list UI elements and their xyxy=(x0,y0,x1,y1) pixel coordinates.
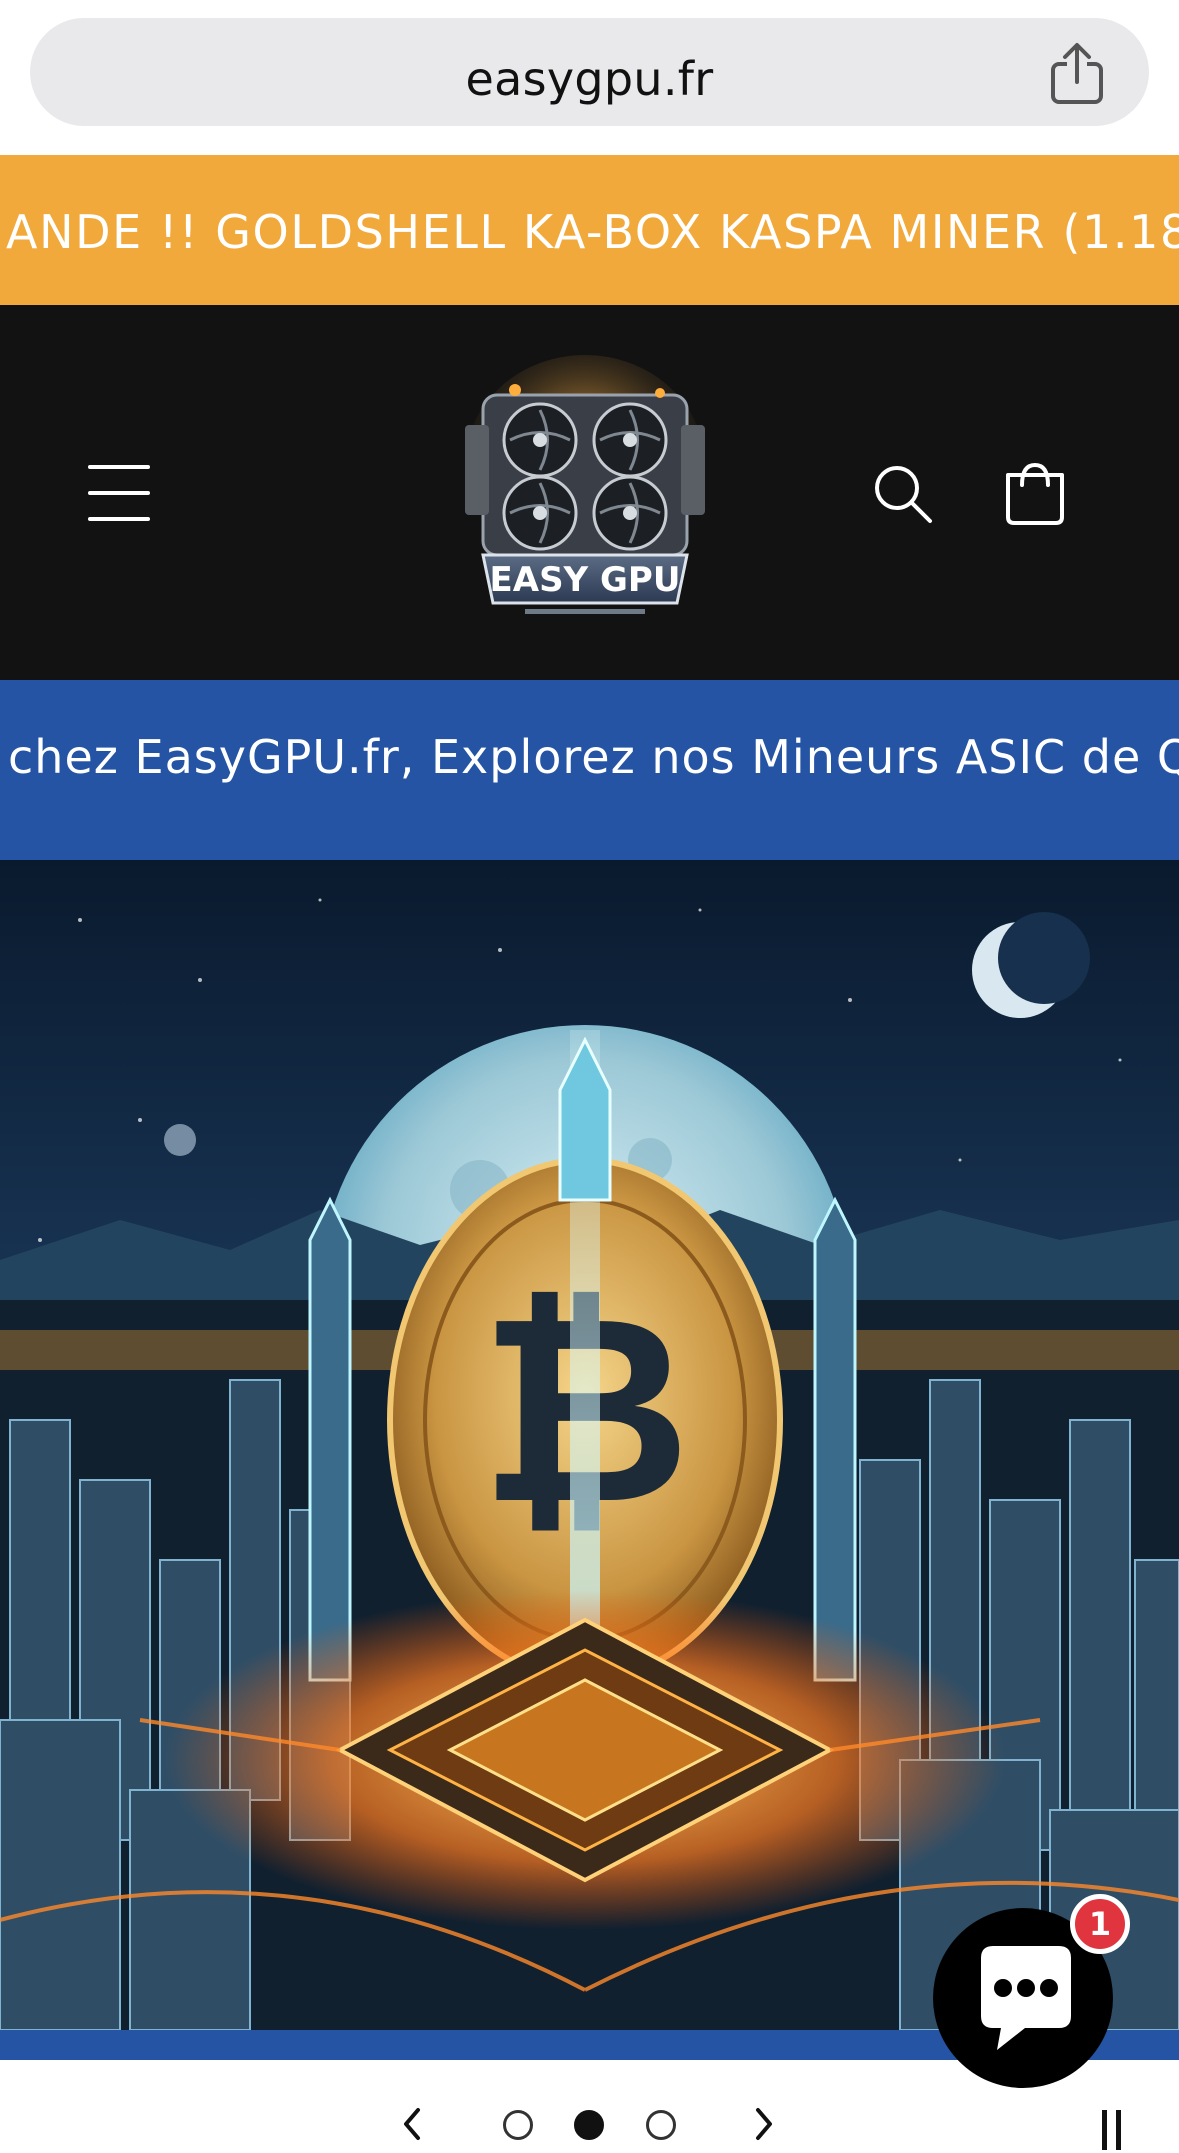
chat-unread-badge: 1 xyxy=(1070,1894,1130,1954)
announcement-text[interactable]: ANDE !! GOLDSHELL KA-BOX KASPA MINER (1.… xyxy=(6,205,1179,259)
site-header: EASY GPU xyxy=(0,305,1179,680)
slide-dot-2[interactable] xyxy=(574,2110,604,2140)
page: easygpu.fr ANDE !! GOLDSHELL KA-BOX KASP… xyxy=(0,0,1179,2153)
pause-icon[interactable] xyxy=(1100,2110,1126,2150)
browser-chrome: easygpu.fr xyxy=(0,0,1179,155)
slide-dot-3[interactable] xyxy=(646,2110,676,2140)
cart-bag-icon[interactable] xyxy=(1002,457,1068,527)
search-icon[interactable] xyxy=(872,463,934,525)
easy-gpu-logo[interactable]: EASY GPU xyxy=(455,355,715,625)
promo-marquee[interactable]: chez EasyGPU.fr, Explorez nos Mineurs AS… xyxy=(0,680,1179,860)
share-icon[interactable] xyxy=(1047,42,1107,104)
chevron-left-icon[interactable] xyxy=(398,2104,428,2144)
marquee-text[interactable]: chez EasyGPU.fr, Explorez nos Mineurs AS… xyxy=(8,730,1179,784)
url-text[interactable]: easygpu.fr xyxy=(30,52,1149,106)
chevron-right-icon[interactable] xyxy=(748,2104,778,2144)
hero-banner-image[interactable]: ₿ xyxy=(0,860,1179,2030)
hamburger-menu-icon[interactable] xyxy=(88,465,150,521)
logo-text: EASY GPU xyxy=(490,560,681,600)
slide-dot-1[interactable] xyxy=(503,2110,533,2140)
address-bar[interactable]: easygpu.fr xyxy=(30,18,1149,126)
announcement-bar[interactable]: ANDE !! GOLDSHELL KA-BOX KASPA MINER (1.… xyxy=(0,155,1179,305)
